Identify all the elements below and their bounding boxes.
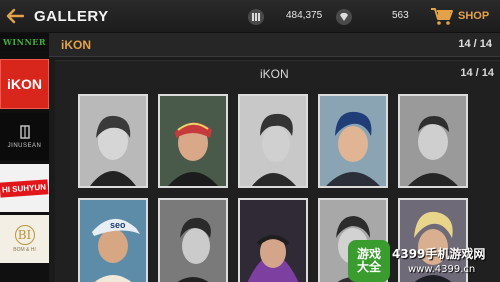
- cart-icon: [431, 8, 453, 25]
- svg-text:seo: seo: [110, 220, 126, 230]
- sidebar-item-winner[interactable]: WINNER: [0, 33, 49, 51]
- sidebar-item-jinusean[interactable]: JINUSEAN: [0, 113, 49, 161]
- top-bar: GALLERY 484,375 563 SHOP: [0, 0, 500, 33]
- watermark-url: www.4399.cn: [408, 264, 476, 275]
- page-title: GALLERY: [34, 8, 109, 25]
- sidebar-item-label: BOM & HI: [13, 247, 36, 253]
- photo-card[interactable]: [318, 94, 388, 188]
- watermark-site-name: 4399手机游戏网: [392, 247, 486, 261]
- bom-hi-logo-icon: BI: [14, 225, 35, 245]
- diamond-icon: [336, 9, 352, 25]
- panel-count: 14 / 14: [460, 67, 494, 79]
- sidebar-item-label: HI SUHYUN: [0, 178, 49, 198]
- member-photo-icon: [320, 96, 386, 186]
- photo-card[interactable]: [78, 94, 148, 188]
- sidebar-item-ikon[interactable]: iKON: [0, 59, 49, 109]
- jinusean-logo-icon: [19, 125, 30, 139]
- sidebar-item-label: JINUSEAN: [7, 143, 42, 149]
- member-photo-icon: [240, 200, 306, 282]
- photo-card[interactable]: seo: [78, 198, 148, 282]
- sidebar-item-hisuhyun[interactable]: HI SUHYUN: [0, 164, 49, 212]
- back-arrow-icon[interactable]: [6, 8, 24, 24]
- member-photo-icon: seo: [80, 200, 146, 282]
- shop-button[interactable]: SHOP: [430, 6, 496, 27]
- site-watermark: 游戏 大全 4399手机游戏网 www.4399.cn: [348, 240, 500, 282]
- group-sidebar: WINNER iKON JINUSEAN HI SUHYUN BI BOM & …: [0, 33, 49, 282]
- photo-card[interactable]: [158, 198, 228, 282]
- album-icon: [248, 9, 264, 25]
- shop-label: SHOP: [458, 10, 490, 22]
- currency-2-value: 563: [392, 10, 409, 21]
- member-photo-icon: [240, 96, 306, 186]
- photo-card[interactable]: [398, 94, 468, 188]
- watermark-logo-icon: 游戏 大全: [348, 240, 390, 282]
- group-header: iKON 14 / 14: [49, 33, 500, 57]
- member-photo-icon: [160, 200, 226, 282]
- member-photo-icon: [400, 96, 466, 186]
- member-photo-icon: [160, 96, 226, 186]
- watermark-badge-line2: 大全: [356, 260, 381, 274]
- photo-card[interactable]: [158, 94, 228, 188]
- panel-title: iKON: [260, 67, 289, 81]
- photo-card[interactable]: [238, 198, 308, 282]
- group-collection-count: 14 / 14: [458, 38, 492, 50]
- group-name: iKON: [61, 38, 91, 52]
- member-photo-icon: [80, 96, 146, 186]
- sidebar-item-label: iKON: [7, 76, 42, 92]
- currency-1-value: 484,375: [286, 10, 323, 21]
- photo-card[interactable]: [238, 94, 308, 188]
- sidebar-item-bom-hi[interactable]: BI BOM & HI: [0, 215, 49, 263]
- sidebar-item-label: WINNER: [2, 37, 47, 47]
